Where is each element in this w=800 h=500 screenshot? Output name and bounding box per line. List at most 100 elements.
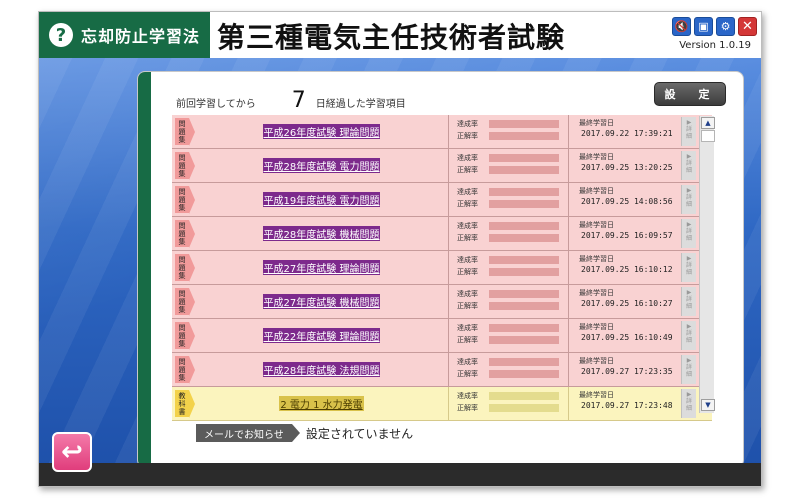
item-title-cell[interactable]: 平成22年度試験 理論問題 <box>195 319 448 352</box>
date-cell: 最終学習日 2017.09.22 17:39:21 <box>568 115 681 148</box>
date-cell: 最終学習日 2017.09.25 16:09:57 <box>568 217 681 250</box>
last-date-value: 2017.09.27 17:23:35 <box>581 367 673 376</box>
cube-icon[interactable]: ▣ <box>694 17 713 36</box>
detail-button[interactable]: ▶ 詳細 <box>681 219 696 248</box>
category-tag: 問題集 <box>175 186 189 213</box>
list-item[interactable]: 問題集 平成22年度試験 理論問題 達成率 正解率 最終学習日 2017.09.25 16… <box>172 319 712 353</box>
accuracy-bar <box>489 302 559 310</box>
date-cell: 最終学習日 2017.09.25 16:10:49 <box>568 319 681 352</box>
item-title-cell[interactable]: 平成28年度試験 機械問題 <box>195 217 448 250</box>
header: ? 忘却防止学習法 第三種電気主任技術者試験 🔇 ▣ ⚙ ✕ Version 1… <box>39 12 761 58</box>
detail-label: 詳細 <box>685 330 692 344</box>
detail-label: 詳細 <box>685 364 692 378</box>
mail-tag: メールでお知らせ <box>196 424 292 442</box>
rate-cell: 達成率 正解率 <box>448 115 568 148</box>
item-title[interactable]: 平成28年度試験 法規問題 <box>262 362 381 377</box>
detail-button[interactable]: ▶ 詳細 <box>681 389 696 418</box>
last-date-label: 最終学習日 <box>579 289 614 297</box>
play-icon: ▶ <box>686 289 692 296</box>
detail-button[interactable]: ▶ 詳細 <box>681 253 696 282</box>
list-item[interactable]: 問題集 平成27年度試験 理論問題 達成率 正解率 最終学習日 2017.09.25 16… <box>172 251 712 285</box>
item-title-cell[interactable]: 平成26年度試験 理論問題 <box>195 115 448 148</box>
detail-label: 詳細 <box>685 262 692 276</box>
play-icon: ▶ <box>686 323 692 330</box>
detail-button[interactable]: ▶ 詳細 <box>681 151 696 180</box>
item-title[interactable]: 平成19年度試験 電力問題 <box>262 192 381 207</box>
achievement-label: 達成率 <box>457 154 478 162</box>
back-button[interactable]: ↩ <box>52 432 92 472</box>
item-title-cell[interactable]: 平成27年度試験 機械問題 <box>195 285 448 318</box>
last-date-label: 最終学習日 <box>579 153 614 161</box>
accuracy-label: 正解率 <box>457 166 478 174</box>
category-tag: 問題集 <box>175 254 189 281</box>
item-title[interactable]: 平成28年度試験 電力問題 <box>262 158 381 173</box>
item-title[interactable]: 平成26年度試験 理論問題 <box>262 124 381 139</box>
list-item[interactable]: 問題集 平成26年度試験 理論問題 達成率 正解率 最終学習日 2017.09.22 17… <box>172 115 712 149</box>
item-title[interactable]: 平成22年度試験 理論問題 <box>262 328 381 343</box>
rate-cell: 達成率 正解率 <box>448 387 568 420</box>
accuracy-bar <box>489 370 559 378</box>
mute-icon[interactable]: 🔇 <box>672 17 691 36</box>
category-tag: 問題集 <box>175 356 189 383</box>
achievement-label: 達成率 <box>457 120 478 128</box>
rate-cell: 達成率 正解率 <box>448 285 568 318</box>
list-item[interactable]: 問題集 平成27年度試験 機械問題 達成率 正解率 最終学習日 2017.09.25 16… <box>172 285 712 319</box>
list-item[interactable]: 問題集 平成19年度試験 電力問題 達成率 正解率 最終学習日 2017.09.25 14… <box>172 183 712 217</box>
item-title-cell[interactable]: 平成27年度試験 理論問題 <box>195 251 448 284</box>
last-date-label: 最終学習日 <box>579 255 614 263</box>
close-icon[interactable]: ✕ <box>738 17 757 36</box>
logo-text: 忘却防止学習法 <box>81 27 201 46</box>
play-icon: ▶ <box>686 119 692 126</box>
list-item[interactable]: 問題集 平成28年度試験 法規問題 達成率 正解率 最終学習日 2017.09.27 17… <box>172 353 712 387</box>
item-title-cell[interactable]: 平成28年度試験 法規問題 <box>195 353 448 386</box>
mail-status: 設定されていません <box>305 426 414 441</box>
item-title[interactable]: 平成28年度試験 機械問題 <box>262 226 381 241</box>
achievement-bar <box>489 154 559 162</box>
achievement-bar <box>489 324 559 332</box>
detail-button[interactable]: ▶ 詳細 <box>681 321 696 350</box>
scroll-down-icon[interactable]: ▼ <box>701 399 715 411</box>
list-scrollbar[interactable]: ▲ ▼ <box>699 116 715 413</box>
accuracy-label: 正解率 <box>457 200 478 208</box>
item-title[interactable]: 平成27年度試験 機械問題 <box>262 294 381 309</box>
item-title-cell[interactable]: 平成19年度試験 電力問題 <box>195 183 448 216</box>
play-icon: ▶ <box>686 357 692 364</box>
date-cell: 最終学習日 2017.09.25 14:08:56 <box>568 183 681 216</box>
app-logo: ? 忘却防止学習法 <box>39 12 210 58</box>
rate-cell: 達成率 正解率 <box>448 319 568 352</box>
accuracy-bar <box>489 132 559 140</box>
category-tag: 問題集 <box>175 288 189 315</box>
detail-button[interactable]: ▶ 詳細 <box>681 355 696 384</box>
detail-button[interactable]: ▶ 詳細 <box>681 287 696 316</box>
category-tag: 教科書 <box>175 390 189 417</box>
gear-icon[interactable]: ⚙ <box>716 17 735 36</box>
list-item[interactable]: 問題集 平成28年度試験 電力問題 達成率 正解率 最終学習日 2017.09.25 13… <box>172 149 712 183</box>
achievement-label: 達成率 <box>457 290 478 298</box>
play-icon: ▶ <box>686 153 692 160</box>
settings-button[interactable]: 設 定 <box>654 82 726 106</box>
item-title-cell[interactable]: 平成28年度試験 電力問題 <box>195 149 448 182</box>
achievement-bar <box>489 120 559 128</box>
elapsed-summary: 前回学習してから 7 日経過した学習項目 <box>176 88 406 113</box>
achievement-bar <box>489 188 559 196</box>
rate-cell: 達成率 正解率 <box>448 217 568 250</box>
item-title[interactable]: 平成27年度試験 理論問題 <box>262 260 381 275</box>
category-tag: 問題集 <box>175 152 189 179</box>
accuracy-bar <box>489 234 559 242</box>
detail-label: 詳細 <box>685 126 692 140</box>
detail-label: 詳細 <box>685 160 692 174</box>
item-title[interactable]: 2 電力 1 水力発電 <box>279 396 364 411</box>
accuracy-bar <box>489 404 559 412</box>
scroll-up-icon[interactable]: ▲ <box>701 117 715 129</box>
list-item[interactable]: 教科書 2 電力 1 水力発電 達成率 正解率 最終学習日 2017.09.27 17:2… <box>172 387 712 421</box>
category-tag: 問題集 <box>175 220 189 247</box>
last-date-value: 2017.09.25 16:09:57 <box>581 231 673 240</box>
detail-button[interactable]: ▶ 詳細 <box>681 117 696 146</box>
panel-accent <box>138 72 151 467</box>
play-icon: ▶ <box>686 221 692 228</box>
detail-button[interactable]: ▶ 詳細 <box>681 185 696 214</box>
item-title-cell[interactable]: 2 電力 1 水力発電 <box>195 387 448 420</box>
category-tag: 問題集 <box>175 118 189 145</box>
list-item[interactable]: 問題集 平成28年度試験 機械問題 達成率 正解率 最終学習日 2017.09.25 16… <box>172 217 712 251</box>
scroll-thumb[interactable] <box>701 130 715 142</box>
